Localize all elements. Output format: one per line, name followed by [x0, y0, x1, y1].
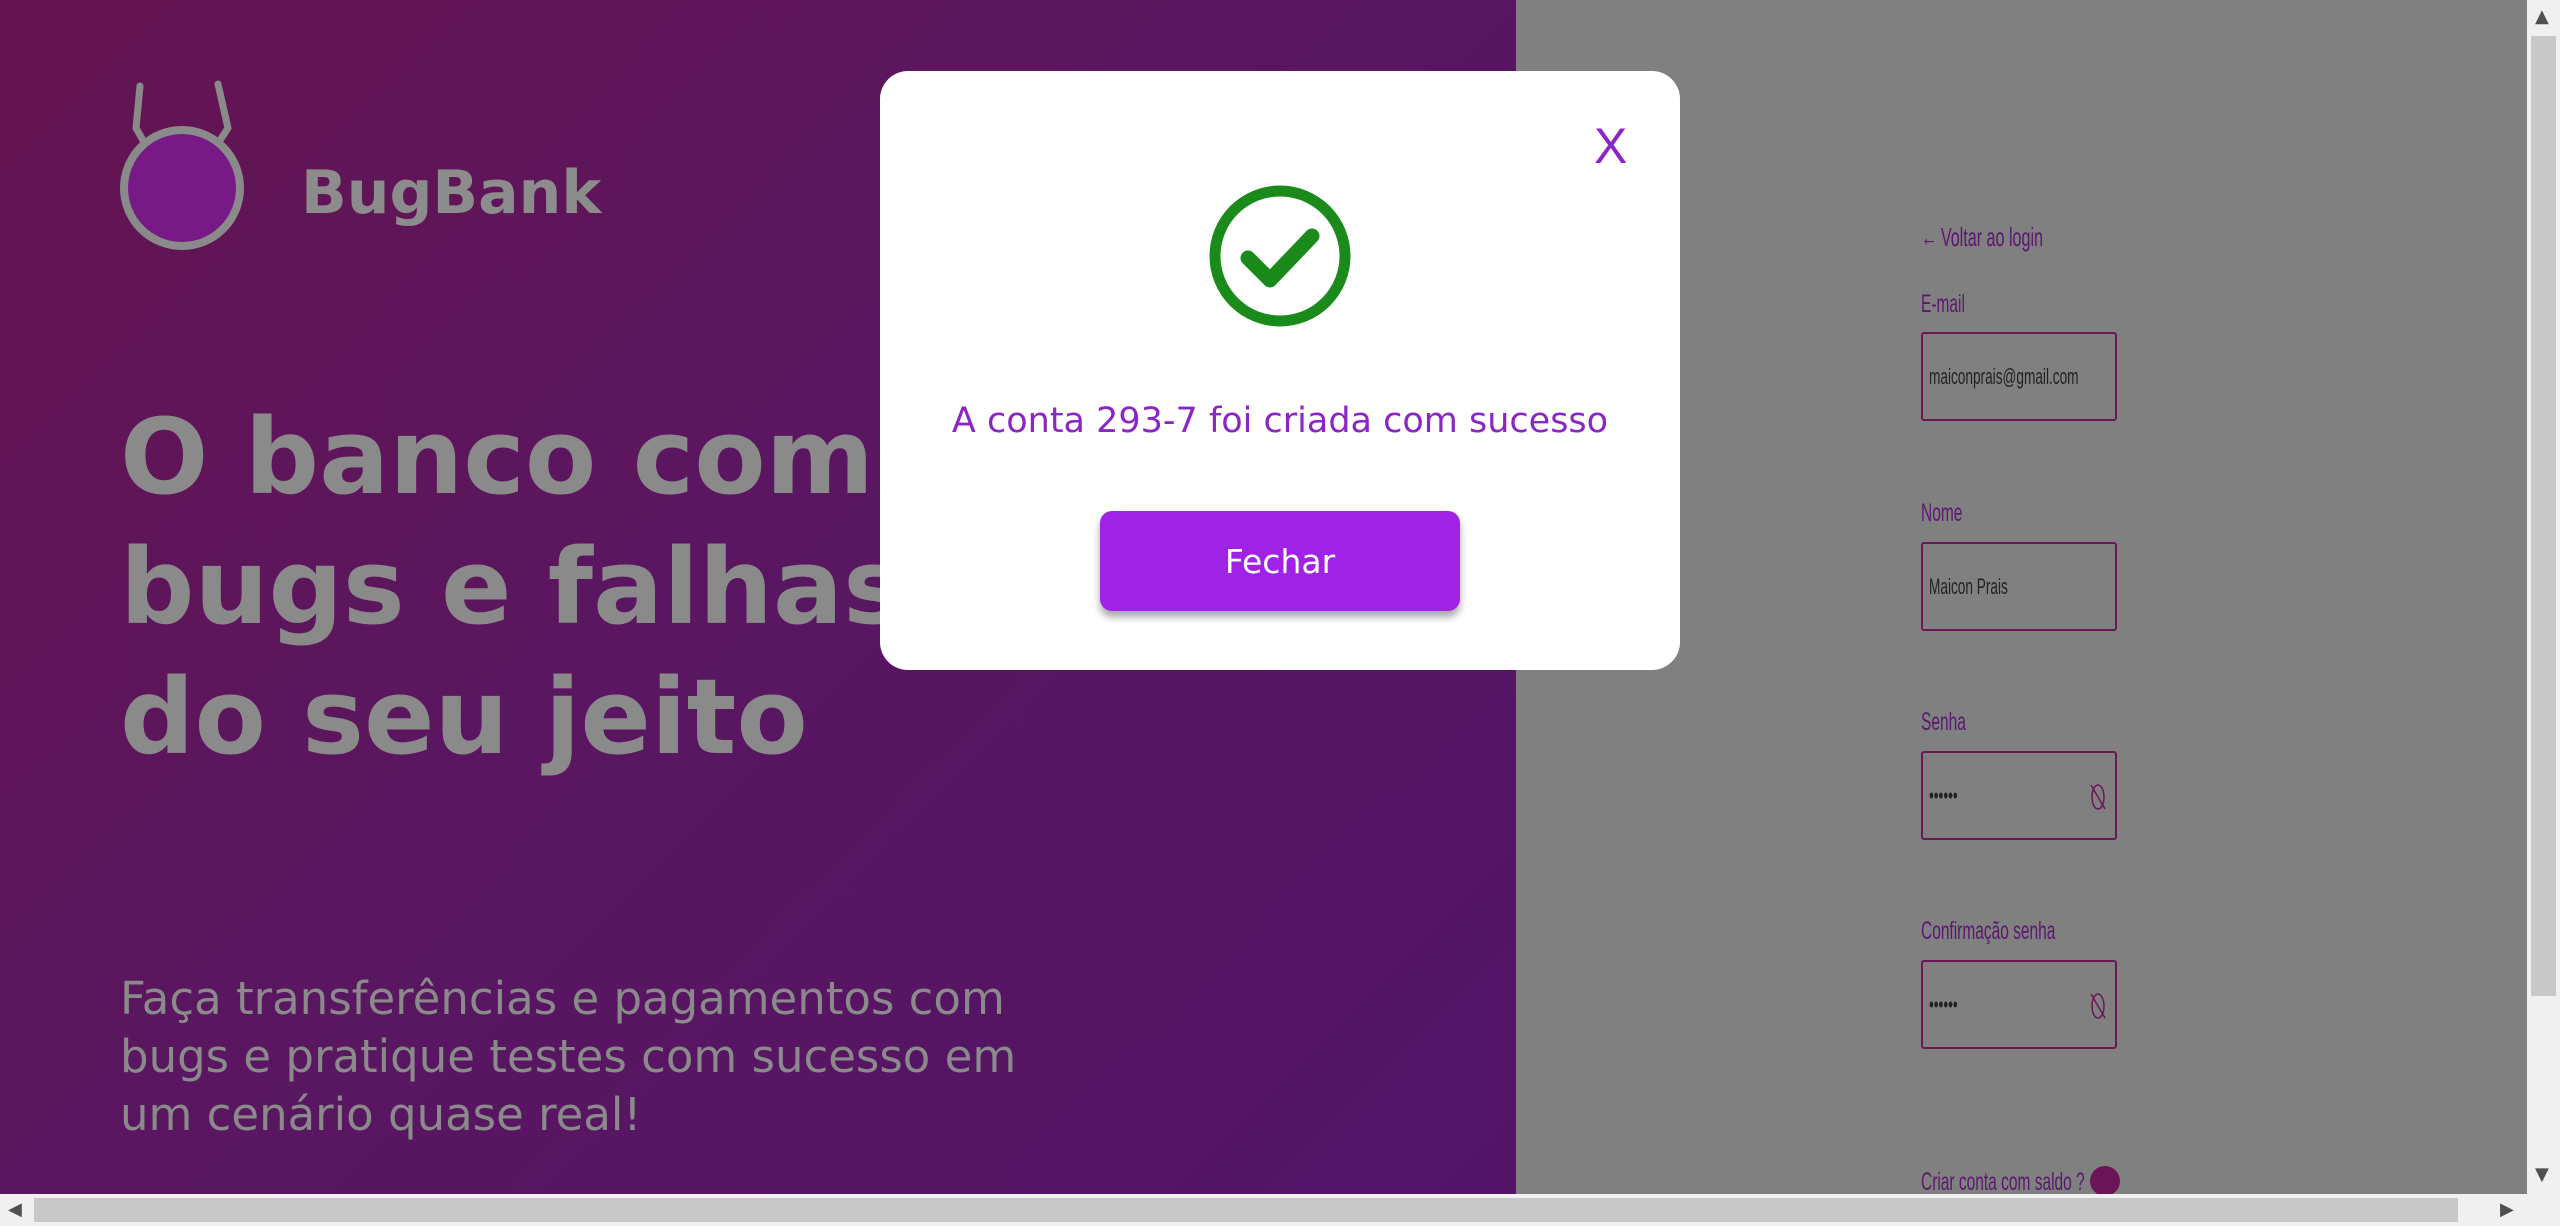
- subtext-line: um cenário quase real!: [120, 1088, 642, 1141]
- scrollbar-corner: [2527, 1194, 2560, 1226]
- scroll-up-icon[interactable]: ▲: [2535, 6, 2549, 27]
- balance-toggle-label: Criar conta com saldo ?: [1921, 1168, 2085, 1196]
- horizontal-scrollbar[interactable]: ◀ ▶: [0, 1194, 2527, 1226]
- horizontal-scroll-thumb[interactable]: [34, 1198, 2458, 1222]
- success-modal: X A conta 293-7 foi criada com sucesso F…: [880, 71, 1680, 670]
- headline-line: O banco com: [120, 396, 875, 518]
- vertical-scrollbar[interactable]: ▲ ▼: [2527, 0, 2560, 1194]
- email-field[interactable]: maiconprais@gmail.com: [1921, 332, 2117, 421]
- eye-slash-icon[interactable]: [2089, 779, 2107, 815]
- hero-subtext: Faça transferências e pagamentos com bug…: [120, 970, 1017, 1144]
- password-confirm-value: ••••••: [1929, 992, 1958, 1017]
- password-confirm-field[interactable]: ••••••: [1921, 960, 2117, 1049]
- back-to-login-link[interactable]: ← Voltar ao login: [1921, 222, 2043, 253]
- bug-logo-icon: [118, 78, 258, 258]
- eye-slash-icon[interactable]: [2089, 988, 2107, 1024]
- email-value: maiconprais@gmail.com: [1929, 364, 2079, 389]
- vertical-scroll-thumb[interactable]: [2531, 36, 2556, 996]
- back-link-label: Voltar ao login: [1940, 222, 2044, 252]
- close-modal-button[interactable]: Fechar: [1100, 511, 1460, 611]
- hero-headline: O banco com bugs e falhas do seu jeito: [120, 392, 940, 782]
- check-circle-icon: [1209, 185, 1351, 327]
- subtext-line: bugs e pratique testes com sucesso em: [120, 1030, 1017, 1083]
- email-label: E-mail: [1921, 290, 1965, 318]
- scroll-right-icon[interactable]: ▶: [2500, 1199, 2514, 1220]
- name-value: Maicon Prais: [1929, 574, 2008, 599]
- modal-message: A conta 293-7 foi criada com sucesso: [951, 401, 1609, 441]
- subtext-line: Faça transferências e pagamentos com: [120, 972, 1005, 1025]
- close-icon[interactable]: X: [1594, 117, 1627, 175]
- name-field[interactable]: Maicon Prais: [1921, 542, 2117, 631]
- headline-line: do seu jeito: [120, 656, 808, 778]
- arrow-left-icon: ←: [1921, 222, 1938, 252]
- password-field[interactable]: ••••••: [1921, 751, 2117, 840]
- brand-name: BugBank: [301, 158, 602, 228]
- scroll-down-icon[interactable]: ▼: [2535, 1164, 2549, 1185]
- balance-toggle[interactable]: [2090, 1166, 2120, 1196]
- password-value: ••••••: [1929, 783, 1958, 808]
- name-label: Nome: [1921, 499, 1963, 527]
- headline-line: bugs e falhas: [120, 526, 905, 648]
- scroll-left-icon[interactable]: ◀: [8, 1199, 22, 1220]
- password-label: Senha: [1921, 708, 1966, 736]
- password-confirm-label: Confirmação senha: [1921, 917, 2056, 945]
